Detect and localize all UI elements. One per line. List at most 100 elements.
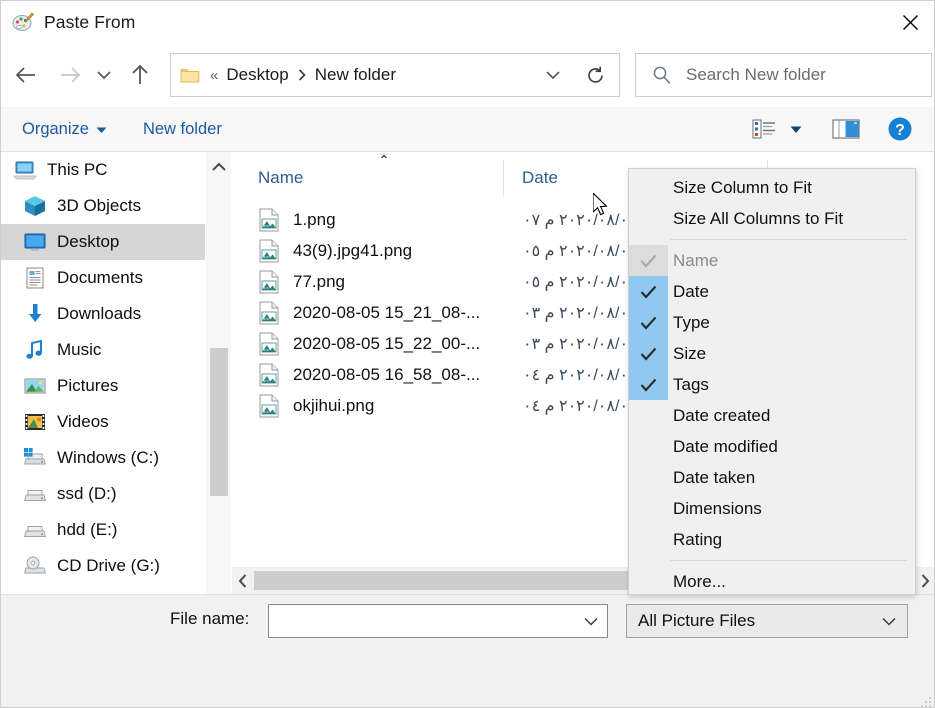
menu-item-size[interactable]: Size	[629, 338, 915, 369]
breadcrumb-separator-icon[interactable]	[298, 69, 306, 81]
downloads-icon	[23, 302, 47, 326]
sidebar-item-3d-objects[interactable]: 3D Objects	[1, 188, 205, 224]
sidebar-item-desktop[interactable]: Desktop	[1, 224, 205, 260]
png-file-icon	[258, 301, 280, 325]
desktop-icon	[23, 230, 47, 254]
sidebar-scrollbar-thumb[interactable]	[210, 348, 228, 496]
arrow-up-icon[interactable]	[123, 56, 157, 94]
png-file-icon	[258, 239, 280, 263]
file-name-cell: 43(9).jpg41.png	[293, 240, 413, 260]
breadcrumb[interactable]: « Desktop New folder	[170, 53, 573, 97]
sidebar-item-cd-drive-g[interactable]: CD Drive (G:)	[1, 548, 205, 584]
check-placeholder	[629, 400, 668, 431]
menu-item-type[interactable]: Type	[629, 307, 915, 338]
menu-item-label: Rating	[673, 529, 723, 549]
column-header-name[interactable]: Name	[232, 160, 503, 196]
help-icon[interactable]: ?	[880, 109, 920, 149]
menu-item-label: Size	[673, 343, 707, 363]
sidebar-item-this-pc[interactable]: This PC	[1, 152, 205, 188]
menu-item-size-column-to-fit[interactable]: Size Column to Fit	[629, 172, 915, 203]
menu-item-date-modified[interactable]: Date modified	[629, 431, 915, 462]
sidebar-scrollbar[interactable]	[205, 152, 231, 594]
toolbar-right-group: ?	[744, 109, 934, 149]
chevron-left-icon[interactable]	[232, 567, 254, 594]
arrow-left-icon[interactable]	[9, 56, 43, 94]
menu-item-size-all-columns-to-fit[interactable]: Size All Columns to Fit	[629, 203, 915, 234]
menu-item-date-created[interactable]: Date created	[629, 400, 915, 431]
sidebar-item-label: Videos	[57, 412, 109, 431]
menu-item-date-taken[interactable]: Date taken	[629, 462, 915, 493]
menu-item-label: More...	[673, 571, 726, 591]
chevron-right-icon[interactable]	[914, 567, 934, 594]
menu-item-more[interactable]: More...	[629, 566, 915, 597]
file-name-cell: 2020-08-05 15_21_08-...	[293, 302, 481, 322]
breadcrumb-segment-desktop[interactable]: Desktop	[226, 65, 288, 85]
sidebar-item-hdd-e[interactable]: hdd (E:)	[1, 512, 205, 548]
sidebar-item-label: ssd (D:)	[57, 484, 117, 503]
organize-label: Organize	[22, 119, 89, 138]
drive-icon	[23, 518, 47, 542]
refresh-icon[interactable]	[572, 53, 620, 97]
close-icon[interactable]	[884, 1, 934, 43]
file-date-cell: ٢٠٢٠/٠٨/٠٥ م ٠٤	[523, 397, 637, 415]
resize-grip[interactable]	[920, 694, 932, 707]
file-name-input[interactable]	[277, 612, 577, 630]
breadcrumb-segment-new-folder[interactable]: New folder	[315, 65, 396, 85]
menu-item-name: Name	[629, 245, 915, 276]
sidebar-item-pictures[interactable]: Pictures	[1, 368, 205, 404]
file-date-cell: ٢٠٢٠/٠٨/٠٥ م ٠٤	[523, 366, 637, 384]
breadcrumb-chevron-down-icon[interactable]	[540, 55, 566, 95]
horizontal-scrollbar-thumb[interactable]	[254, 571, 630, 590]
details-view-icon[interactable]	[744, 109, 784, 149]
file-name-cell: 1.png	[293, 209, 336, 229]
check-placeholder	[629, 431, 668, 462]
recent-locations-chevron-down-icon[interactable]	[91, 56, 117, 94]
window-title: Paste From	[44, 11, 136, 32]
file-type-select[interactable]: All Picture Files	[626, 604, 908, 638]
png-file-icon	[258, 270, 280, 294]
breadcrumb-overflow[interactable]: «	[210, 67, 218, 84]
menu-item-tags[interactable]: Tags	[629, 369, 915, 400]
menu-item-label: Tags	[673, 374, 709, 394]
organize-button[interactable]: Organize	[10, 107, 119, 152]
toolbar: Organize New folder ?	[1, 107, 934, 152]
navigation-sidebar: This PC 3D Objects Desktop Documents Downloa…	[1, 152, 205, 594]
sidebar-item-documents[interactable]: Documents	[1, 260, 205, 296]
preview-pane-icon[interactable]	[826, 109, 866, 149]
view-options-chevron-down-icon[interactable]	[784, 109, 808, 149]
menu-item-rating[interactable]: Rating	[629, 524, 915, 555]
new-folder-label: New folder	[142, 119, 222, 138]
menu-item-label: Size Column to Fit	[673, 177, 812, 197]
sidebar-item-videos[interactable]: Videos	[1, 404, 205, 440]
menu-item-label: Name	[673, 250, 719, 270]
menu-item-date[interactable]: Date	[629, 276, 915, 307]
file-type-value: All Picture Files	[638, 611, 756, 630]
music-icon	[23, 338, 47, 362]
menu-item-label: Dimensions	[673, 498, 762, 518]
chevron-down-icon[interactable]	[882, 617, 896, 626]
search-box[interactable]	[635, 53, 932, 97]
sidebar-item-ssd-d[interactable]: ssd (D:)	[1, 476, 205, 512]
file-name-combobox[interactable]	[268, 604, 608, 638]
chevron-up-icon[interactable]	[206, 152, 232, 182]
sidebar-item-music[interactable]: Music	[1, 332, 205, 368]
png-file-icon	[258, 332, 280, 356]
paste-from-dialog: Paste From « Desktop New folder Search N…	[0, 0, 935, 708]
sidebar-item-downloads[interactable]: Downloads	[1, 296, 205, 332]
sidebar-item-label: Music	[57, 340, 102, 359]
chevron-down-icon[interactable]	[584, 617, 598, 626]
check-icon	[629, 369, 668, 400]
pictures-icon	[23, 374, 47, 398]
check-placeholder	[629, 493, 668, 524]
sidebar-item-label: Windows (C:)	[57, 448, 160, 467]
search-input[interactable]	[686, 65, 901, 85]
menu-item-dimensions[interactable]: Dimensions	[629, 493, 915, 524]
new-folder-button[interactable]: New folder	[131, 107, 234, 152]
file-date-cell: ٢٠٢٠/٠٨/٠٥ م ٠٥	[523, 273, 637, 291]
sidebar-item-label: CD Drive (G:)	[57, 556, 160, 575]
mouse-cursor	[592, 191, 611, 224]
title-bar: Paste From	[1, 1, 934, 43]
file-date-cell: ٢٠٢٠/٠٨/٠٥ م ٠٣	[523, 304, 637, 322]
png-file-icon	[258, 208, 280, 232]
sidebar-item-windows-c[interactable]: Windows (C:)	[1, 440, 205, 476]
